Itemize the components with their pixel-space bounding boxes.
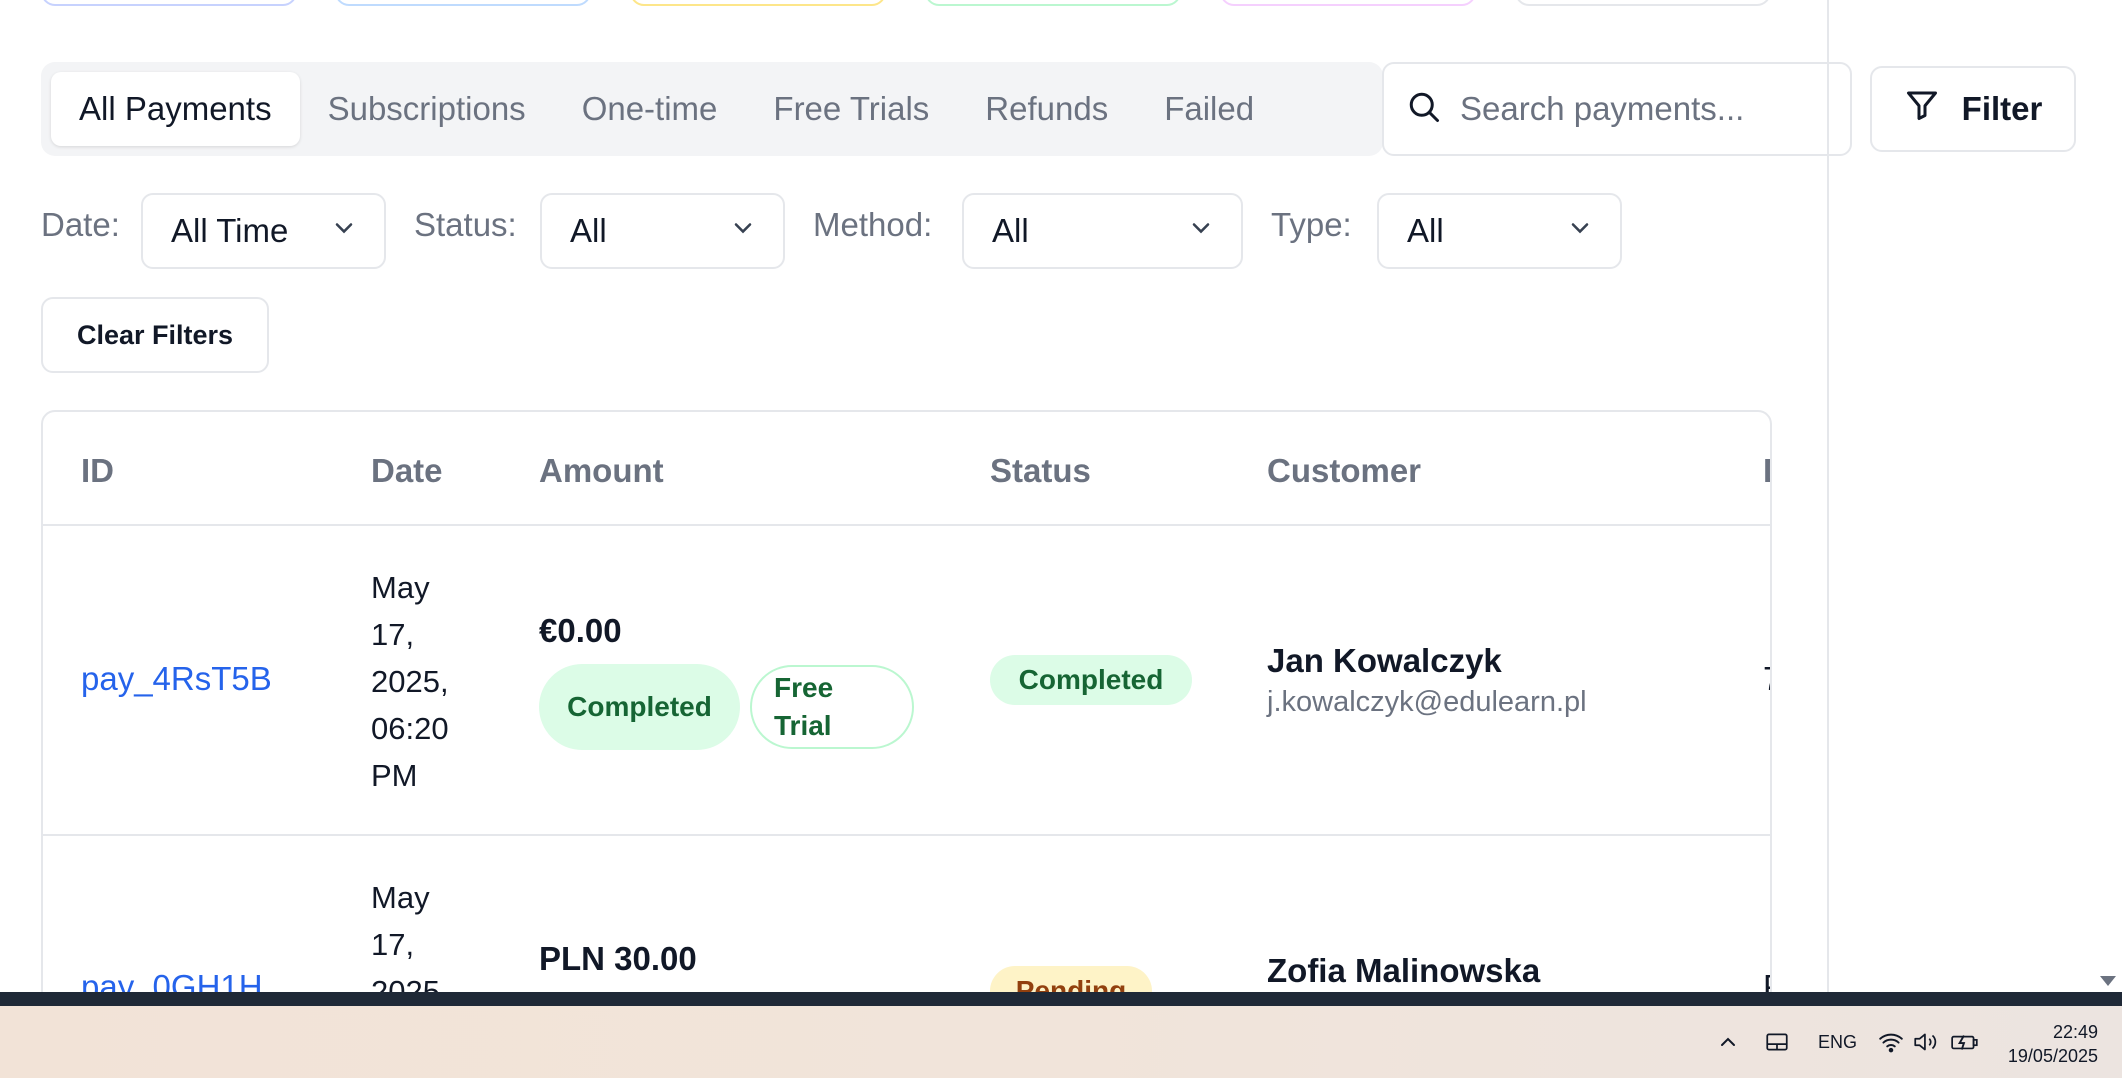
status-filter-select[interactable]: All [540,193,785,269]
tab-all-payments[interactable]: All Payments [51,72,300,146]
payment-date: May 17, 2025, 06:20 PM [371,570,449,793]
stat-card[interactable] [1515,0,1771,6]
method-filter-select[interactable]: All [962,193,1243,269]
free-trial-badge: Free Trial [750,665,914,749]
tab-one-time[interactable]: One-time [554,72,746,146]
scroll-down-arrow-icon[interactable] [2100,976,2116,986]
type-filter-select[interactable]: All [1377,193,1622,269]
panel-divider [1827,0,1829,992]
chevron-down-icon [729,212,757,250]
status-filter-value: All [570,212,607,249]
clock-date: 19/05/2025 [2007,1046,2098,1066]
payment-id-link[interactable]: pay_0GH1H [81,968,263,992]
payment-tabs: All Payments Subscriptions One-time Free… [41,62,1383,156]
method-filter-label: Method: [813,206,933,243]
vertical-scrollbar[interactable] [2098,0,2122,992]
language-indicator[interactable]: ENG [1818,1006,1857,1078]
payments-table: ID Date Amount Status Customer D pay_4Rs… [41,410,1772,992]
stat-card[interactable] [41,0,297,6]
search-icon [1406,89,1442,130]
column-header-status[interactable]: Status [990,452,1091,490]
column-header-amount[interactable]: Amount [539,452,664,490]
chevron-down-icon [1187,212,1215,250]
system-clock[interactable]: 22:49 19/05/2025 [2008,1020,2098,1068]
stat-card[interactable] [1220,0,1476,6]
payment-amount: €0.00 [539,612,622,649]
search-input[interactable] [1460,90,1780,128]
tab-refunds[interactable]: Refunds [957,72,1136,146]
clear-filters-button[interactable]: Clear Filters [41,297,269,373]
type-filter-label: Type: [1271,206,1352,243]
column-header-date[interactable]: Date [371,452,443,490]
customer-email: j.kowalczyk@edulearn.pl [1267,686,1587,718]
status-badge: Completed [990,655,1192,705]
tablet-mode-icon[interactable] [1764,1006,1790,1078]
chevron-down-icon [330,212,358,250]
tab-subscriptions[interactable]: Subscriptions [300,72,554,146]
header-divider [43,524,1770,526]
date-filter-select[interactable]: All Time [141,193,386,269]
column-header-cutoff[interactable]: D [1763,452,1770,490]
type-filter-value: All [1407,212,1444,249]
search-box [1382,62,1852,156]
wifi-icon[interactable] [1878,1006,1904,1078]
cutoff-cell: 7 [1763,660,1770,698]
volume-icon[interactable] [1912,1006,1940,1078]
date-filter-label: Date: [41,206,120,243]
customer-name: Jan Kowalczyk [1267,642,1502,679]
main-viewport: All Payments Subscriptions One-time Free… [0,0,2122,992]
column-header-id[interactable]: ID [81,452,114,490]
stat-card[interactable] [335,0,591,6]
cutoff-cell: P [1763,968,1770,992]
filter-button[interactable]: Filter [1870,66,2076,152]
column-header-customer[interactable]: Customer [1267,452,1421,490]
method-filter-value: All [992,212,1029,249]
taskbar: ENG 22:49 19/05/2025 [0,1006,2122,1078]
payment-amount: PLN 30.00 [539,940,697,977]
stat-card[interactable] [630,0,886,6]
payment-id-link[interactable]: pay_4RsT5B [81,660,272,698]
stat-card[interactable] [925,0,1181,6]
filter-button-label: Filter [1961,90,2043,127]
app-window: All Payments Subscriptions One-time Free… [0,0,2122,1078]
filter-icon [1904,87,1940,131]
tab-free-trials[interactable]: Free Trials [745,72,957,146]
row-divider [43,834,1770,836]
clock-time: 22:49 [2052,1022,2098,1042]
status-badge: Pending [990,966,1152,992]
taskbar-border [0,992,2122,1006]
payment-date: May 17, 2025 [371,880,440,992]
status-filter-label: Status: [414,206,517,243]
chevron-up-icon[interactable] [1716,1006,1740,1078]
battery-charging-icon[interactable] [1950,1006,1980,1078]
customer-name: Zofia Malinowska [1267,952,1541,989]
chevron-down-icon [1566,212,1594,250]
amount-status-badge: Completed [539,664,740,750]
tab-failed[interactable]: Failed [1136,72,1282,146]
date-filter-value: All Time [171,212,289,249]
